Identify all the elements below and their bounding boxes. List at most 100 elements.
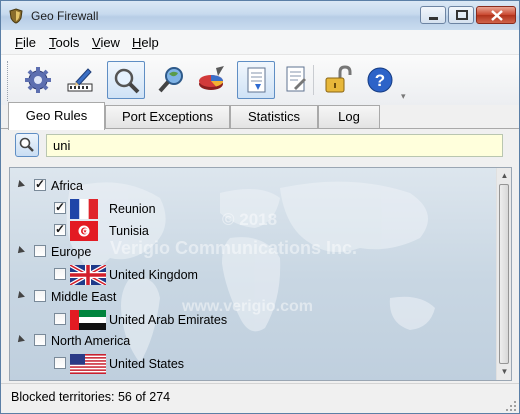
- minimize-icon: [429, 17, 438, 20]
- close-icon: [491, 10, 503, 21]
- country-label: Tunisia: [109, 224, 149, 238]
- tab-log[interactable]: Log: [318, 105, 380, 128]
- territory-tree: © 2018 Verigio Communications Inc. www.v…: [9, 167, 512, 381]
- chart-button[interactable]: [193, 61, 231, 99]
- tree-region-row[interactable]: ✓ Africa: [10, 176, 498, 196]
- tree-country-row[interactable]: United Arab Emirates: [10, 310, 498, 330]
- svg-text:?: ?: [375, 71, 385, 90]
- region-checkbox[interactable]: [34, 334, 46, 346]
- menu-file-accel: F: [15, 35, 23, 50]
- search-input[interactable]: [46, 134, 503, 157]
- report-icon: [247, 67, 266, 93]
- region-checkbox[interactable]: [34, 290, 46, 302]
- toolbar-separator: [313, 65, 314, 95]
- tree-region-row[interactable]: Middle East: [10, 287, 498, 307]
- tree-country-row[interactable]: ✓ Tunisia: [10, 221, 498, 241]
- lookup-button[interactable]: [153, 61, 191, 99]
- log-icon: [286, 66, 306, 92]
- menu-file-label: ile: [22, 35, 36, 50]
- tab-strip: Geo Rules Port Exceptions Statistics Log: [1, 102, 519, 130]
- lookup-icon: [158, 67, 183, 93]
- country-checkbox[interactable]: [54, 313, 66, 325]
- app-shield-icon: [9, 8, 23, 24]
- toolbar-overflow-icon[interactable]: ▾: [401, 91, 406, 102]
- edit-rules-button[interactable]: [61, 61, 99, 99]
- expand-arrow-icon[interactable]: [15, 291, 25, 301]
- uk-flag-icon: [70, 265, 106, 285]
- log-button[interactable]: [277, 61, 315, 99]
- blocked-territories-status: Blocked territories: 56 of 274: [11, 390, 171, 404]
- country-checkbox[interactable]: [54, 268, 66, 280]
- menu-tools[interactable]: Tools: [49, 35, 79, 50]
- maximize-icon: [456, 10, 468, 20]
- region-checkbox[interactable]: ✓: [34, 177, 46, 191]
- menu-view[interactable]: View: [92, 35, 120, 50]
- region-label: Africa: [51, 179, 83, 193]
- edit-rules-icon: [67, 68, 93, 92]
- search-button[interactable]: [107, 61, 145, 99]
- title-bar[interactable]: Geo Firewall: [1, 1, 519, 30]
- uae-flag-icon: [70, 310, 106, 330]
- app-window: Geo Firewall File Tools View Help ? ▾ Ge…: [0, 0, 520, 414]
- country-checkbox[interactable]: [54, 357, 66, 369]
- menu-help-label: elp: [141, 35, 159, 50]
- menu-view-label: iew: [100, 35, 120, 50]
- country-label: United Arab Emirates: [109, 313, 228, 327]
- status-bar: Blocked territories: 56 of 274: [1, 383, 519, 413]
- search-icon: [114, 68, 140, 94]
- menu-tools-label: ools: [55, 35, 80, 50]
- settings-icon: [25, 67, 51, 93]
- country-label: Reunion: [109, 202, 156, 216]
- country-checkbox[interactable]: ✓: [54, 200, 66, 214]
- help-icon: ?: [367, 67, 393, 93]
- menu-file[interactable]: File: [15, 35, 36, 50]
- search-icon: [19, 137, 34, 152]
- report-button[interactable]: [237, 61, 275, 99]
- checkmark-icon: ✓: [55, 200, 66, 214]
- menu-bar: File Tools View Help: [1, 30, 519, 55]
- tree-country-row[interactable]: United States: [10, 354, 498, 374]
- region-label: Middle East: [51, 290, 117, 304]
- tab-port-exceptions[interactable]: Port Exceptions: [105, 105, 230, 128]
- tree-region-row[interactable]: North America: [10, 331, 498, 351]
- tab-geo-rules[interactable]: Geo Rules: [8, 102, 105, 130]
- chart-icon: [199, 66, 224, 90]
- tab-statistics[interactable]: Statistics: [230, 105, 318, 128]
- toolbar-grip[interactable]: [7, 61, 11, 101]
- scrollbar-thumb[interactable]: [499, 184, 509, 364]
- menu-help[interactable]: Help: [132, 35, 159, 50]
- country-label: United Kingdom: [109, 268, 198, 282]
- expand-arrow-icon[interactable]: [15, 335, 25, 345]
- checkmark-icon: ✓: [55, 222, 66, 236]
- menu-help-accel: H: [132, 35, 142, 50]
- lock-button[interactable]: [319, 61, 357, 99]
- region-checkbox[interactable]: [34, 245, 46, 257]
- settings-button[interactable]: [19, 61, 57, 99]
- us-flag-icon: [70, 354, 106, 374]
- france-flag-icon: [70, 199, 106, 219]
- minimize-button[interactable]: [420, 6, 446, 24]
- scroll-down-icon[interactable]: ▼: [497, 364, 511, 380]
- tree-region-row[interactable]: Europe: [10, 242, 498, 262]
- region-label: Europe: [51, 245, 92, 259]
- expand-arrow-icon[interactable]: [15, 180, 25, 190]
- country-checkbox[interactable]: ✓: [54, 222, 66, 236]
- search-row: [1, 129, 519, 163]
- region-label: North America: [51, 334, 131, 348]
- help-button[interactable]: ?: [361, 61, 399, 99]
- scroll-up-icon[interactable]: ▲: [497, 168, 511, 184]
- country-label: United States: [109, 357, 185, 371]
- maximize-button[interactable]: [448, 6, 474, 24]
- lock-icon: [325, 65, 352, 93]
- expand-arrow-icon[interactable]: [15, 246, 25, 256]
- tree-country-row[interactable]: ✓ Reunion: [10, 199, 498, 219]
- tunisia-flag-icon: [70, 221, 106, 241]
- window-title: Geo Firewall: [31, 9, 99, 23]
- close-button[interactable]: [476, 6, 516, 24]
- toolbar: ? ▾: [1, 55, 519, 105]
- search-filter-button[interactable]: [15, 133, 39, 157]
- resize-grip-icon[interactable]: [506, 401, 516, 411]
- checkmark-icon: ✓: [35, 177, 46, 191]
- tree-scrollbar[interactable]: ▲ ▼: [496, 168, 511, 380]
- tree-country-row[interactable]: United Kingdom: [10, 265, 498, 285]
